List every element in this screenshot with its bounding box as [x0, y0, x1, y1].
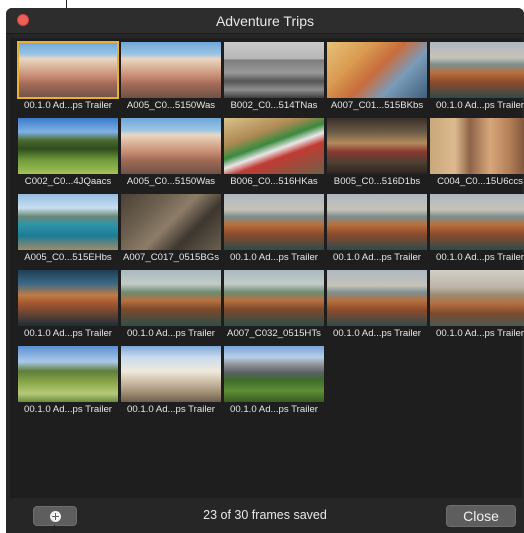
frame-image [224, 118, 324, 174]
close-button[interactable]: Close [446, 505, 516, 527]
frame-thumbnail[interactable]: C002_C0...4JQaacs [18, 118, 118, 190]
frame-caption: A007_C01...515BKbs [330, 100, 424, 111]
frame-image [224, 42, 324, 98]
frame-image [224, 346, 324, 402]
frame-image [121, 270, 221, 326]
frame-caption: 00.1.0 Ad...ps Trailer [436, 328, 524, 339]
frame-image [18, 118, 118, 174]
frame-thumbnail[interactable]: C004_C0...15U6ccs [430, 118, 524, 190]
frame-caption: B006_C0...516HKas [230, 176, 318, 187]
footer-bar: 23 of 30 frames saved Close [6, 498, 524, 533]
frame-caption: B002_C0...514TNas [230, 100, 318, 111]
frame-image [430, 270, 524, 326]
frame-thumbnail[interactable]: 00.1.0 Ad...ps Trailer [430, 42, 524, 114]
frame-caption: 00.1.0 Ad...ps Trailer [127, 404, 215, 415]
frame-image [18, 194, 118, 250]
frame-caption: A005_C0...5150Was [126, 176, 216, 187]
frame-thumbnail[interactable]: 00.1.0 Ad...ps Trailer [17, 41, 119, 114]
frame-caption: 00.1.0 Ad...ps Trailer [333, 328, 421, 339]
frame-caption: 00.1.0 Ad...ps Trailer [24, 404, 112, 415]
frame-image [18, 346, 118, 402]
frame-image [121, 346, 221, 402]
frame-caption: 00.1.0 Ad...ps Trailer [127, 328, 215, 339]
frame-caption: A007_C032_0515HTs [227, 328, 321, 339]
frame-image [121, 118, 221, 174]
title-bar: Adventure Trips [6, 8, 524, 34]
frame-thumbnail[interactable]: B005_C0...516D1bs [327, 118, 427, 190]
frame-thumbnail[interactable]: A007_C01...515BKbs [327, 42, 427, 114]
frame-image [18, 270, 118, 326]
frame-caption: C004_C0...15U6ccs [437, 176, 523, 187]
frame-caption: B005_C0...516D1bs [333, 176, 421, 187]
frame-image [327, 270, 427, 326]
frame-caption: A005_C0...515EHbs [24, 252, 112, 263]
frame-image [327, 194, 427, 250]
frame-caption: 00.1.0 Ad...ps Trailer [230, 404, 318, 415]
frame-thumbnail[interactable]: A005_C0...5150Was [121, 42, 221, 114]
frame-thumbnail[interactable]: A007_C017_0515BGs [121, 194, 221, 266]
frame-caption: 00.1.0 Ad...ps Trailer [436, 100, 524, 111]
frame-caption: C002_C0...4JQaacs [24, 176, 112, 187]
frame-image [17, 41, 119, 99]
frame-thumbnail[interactable]: 00.1.0 Ad...ps Trailer [327, 270, 427, 342]
frame-caption: 00.1.0 Ad...ps Trailer [230, 252, 318, 263]
frame-image [430, 194, 524, 250]
frame-image [327, 42, 427, 98]
frame-thumbnail[interactable]: A005_C0...515EHbs [18, 194, 118, 266]
frame-image [121, 42, 221, 98]
frame-caption: 00.1.0 Ad...ps Trailer [333, 252, 421, 263]
frame-thumbnail[interactable]: 00.1.0 Ad...ps Trailer [430, 194, 524, 266]
frame-thumbnail[interactable]: 00.1.0 Ad...ps Trailer [224, 194, 324, 266]
frame-thumbnail[interactable]: 00.1.0 Ad...ps Trailer [327, 194, 427, 266]
frame-caption: 00.1.0 Ad...ps Trailer [436, 252, 524, 263]
callout-line-bottom [54, 525, 55, 533]
frame-thumbnail[interactable]: B002_C0...514TNas [224, 42, 324, 114]
frame-caption: 00.1.0 Ad...ps Trailer [24, 100, 112, 111]
frames-grid: 00.1.0 Ad...ps Trailer A005_C0...5150Was B… [10, 38, 524, 498]
frame-thumbnail[interactable]: A005_C0...5150Was [121, 118, 221, 190]
frame-thumbnail[interactable]: 00.1.0 Ad...ps Trailer [121, 270, 221, 342]
frame-thumbnail[interactable]: 00.1.0 Ad...ps Trailer [121, 346, 221, 418]
frame-thumbnail[interactable]: A007_C032_0515HTs [224, 270, 324, 342]
frame-image [327, 118, 427, 174]
frame-image [224, 270, 324, 326]
frame-thumbnail[interactable]: 00.1.0 Ad...ps Trailer [18, 346, 118, 418]
frame-thumbnail[interactable]: B006_C0...516HKas [224, 118, 324, 190]
frame-caption: A007_C017_0515BGs [122, 252, 219, 263]
frame-caption: A005_C0...5150Was [126, 100, 216, 111]
frame-caption: 00.1.0 Ad...ps Trailer [24, 328, 112, 339]
frame-image [430, 42, 524, 98]
frame-image [430, 118, 524, 174]
frame-image [121, 194, 221, 250]
frame-thumbnail[interactable]: 00.1.0 Ad...ps Trailer [430, 270, 524, 342]
frame-thumbnail[interactable]: 00.1.0 Ad...ps Trailer [224, 346, 324, 418]
frame-thumbnail[interactable]: 00.1.0 Ad...ps Trailer [18, 270, 118, 342]
window-title: Adventure Trips [215, 13, 315, 29]
frames-window: Adventure Trips 00.1.0 Ad...ps Trailer A0… [6, 8, 524, 533]
frame-image [224, 194, 324, 250]
